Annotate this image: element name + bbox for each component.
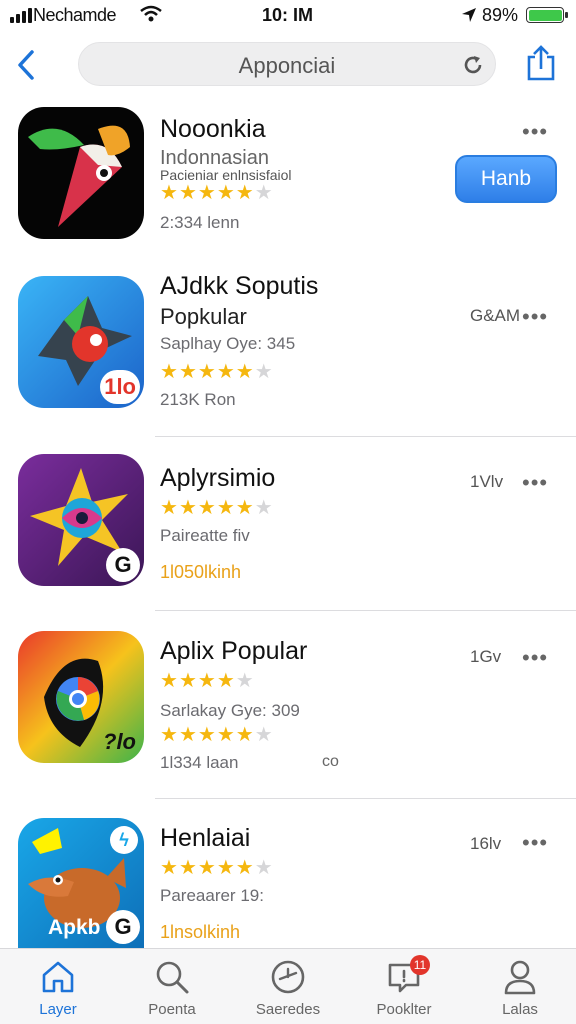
tab-poenta[interactable]: Poenta (114, 949, 230, 1024)
app-icon-label: Apkb (48, 916, 101, 939)
status-bar: Nechamde 10: IM 89% (0, 0, 576, 30)
wifi-icon (140, 5, 162, 28)
battery-icon (526, 7, 568, 23)
tab-label: Saeredes (255, 1001, 321, 1018)
download-count: 1l334 laan (160, 753, 239, 772)
more-options-button[interactable]: ••• (522, 119, 548, 145)
back-button[interactable] (12, 48, 42, 82)
compass-icon (268, 957, 308, 997)
app-detail: Sarlakay Gye: 309 (160, 701, 300, 720)
tab-pooklter[interactable]: 11 Pooklter (346, 949, 462, 1024)
download-count: 2:334 lenn (160, 213, 240, 232)
notification-badge: 11 (410, 955, 430, 975)
app-name: Aplix Popular (160, 637, 308, 665)
star-rating: ★ ★ ★ ★ ★ ★ (160, 497, 273, 519)
app-name: AJdkk Soputis (160, 272, 319, 300)
app-size: 1Vlv (470, 472, 504, 491)
tab-bar: Layer Poenta Saeredes 11 Pooklter Lalas (0, 948, 576, 1024)
divider (155, 798, 576, 799)
app-category: Popkular (160, 304, 247, 329)
tab-label: Pooklter (376, 1001, 432, 1018)
app-detail: Saplhay Oye: 345 (160, 334, 296, 353)
person-icon (500, 957, 540, 997)
battery-percentage: 89% (482, 5, 519, 25)
app-list-item[interactable]: ?lo Aplix Popular ★ ★ ★ ★ ★ Sarlakay Gye: 30… (0, 625, 576, 785)
app-badge: 1lo (100, 370, 140, 404)
home-icon (38, 957, 78, 997)
more-options-button[interactable]: ••• (522, 470, 548, 496)
app-detail: Pacieniar enlnsisfaiol (160, 167, 292, 183)
tab-layer[interactable]: Layer (0, 949, 116, 1024)
app-size: G&AM (470, 306, 521, 325)
search-icon (152, 957, 192, 997)
app-badge: ?lo (103, 729, 136, 754)
get-button[interactable]: Hanb (455, 155, 557, 203)
app-list-item[interactable]: G Aplyrsimio ★ ★ ★ ★ ★ ★ Paireatte fiv 1l050l… (0, 450, 576, 600)
star-rating: ★ ★ ★ ★ ★ ★ (160, 857, 273, 879)
app-list-item[interactable]: 1lo AJdkk Soputis Popkular Saplhay Oye: … (0, 270, 576, 430)
signal-icon (10, 8, 32, 23)
tab-label: Lalas (502, 1001, 538, 1018)
app-icon[interactable]: ?lo (18, 631, 144, 763)
download-count: 213K Ron (160, 390, 236, 409)
search-field[interactable]: Apponciai (78, 42, 496, 86)
app-icon[interactable]: G (18, 454, 144, 586)
star-rating: ★ ★ ★ ★ ★ ★ (160, 361, 273, 383)
star-rating: ★ ★ ★ ★ ★ (160, 670, 254, 692)
star-rating: ★ ★ ★ ★ ★ ★ (160, 182, 273, 204)
divider (155, 436, 576, 437)
divider (155, 610, 576, 611)
tab-label: Layer (39, 1001, 77, 1018)
app-detail: Paireatte fiv (160, 526, 250, 545)
clock-time: 10: IM (262, 5, 314, 25)
app-icon[interactable]: Apkb G ϟ (18, 818, 144, 948)
nav-bar: Apponciai (0, 40, 576, 90)
app-badge: G (106, 910, 140, 944)
download-count: 1lnsolkinh (160, 922, 241, 942)
more-options-button[interactable]: ••• (522, 645, 548, 671)
app-list-item[interactable]: Nooonkia Indonnasian Pacieniar enlnsisfa… (0, 105, 576, 255)
app-detail: Pareaarer 19: (160, 886, 264, 905)
app-icon[interactable] (18, 107, 144, 239)
more-options-button[interactable]: ••• (522, 304, 548, 330)
share-icon (527, 45, 555, 81)
location-arrow-icon (460, 6, 478, 29)
download-count: 1l050lkinh (160, 562, 242, 582)
tab-label: Poenta (148, 1001, 196, 1018)
carrier-name: Nechamde (33, 5, 117, 25)
star-rating-secondary: ★ ★ ★ ★ ★ ★ (160, 724, 273, 746)
app-name: Aplyrsimio (160, 464, 276, 492)
search-field-text: Apponciai (238, 53, 336, 78)
tab-saeredes[interactable]: Saeredes (230, 949, 346, 1024)
lightning-icon: ϟ (110, 826, 138, 854)
app-badge: G (106, 548, 140, 582)
reload-icon[interactable] (461, 53, 485, 82)
app-icon[interactable]: 1lo (18, 276, 144, 408)
app-size: 16lv (470, 834, 502, 853)
rocket-bird-icon (28, 125, 130, 227)
more-options-button[interactable]: ••• (522, 830, 548, 856)
app-name: Henlaiai (160, 824, 251, 852)
app-name: Nooonkia (160, 115, 266, 143)
app-list-item[interactable]: Apkb G ϟ Henlaiai ★ ★ ★ ★ ★ ★ Pareaarer 19: 1… (0, 814, 576, 948)
app-size: 1Gv (470, 647, 502, 666)
extra-label: co (322, 753, 339, 770)
chevron-left-icon (18, 50, 34, 80)
tab-lalas[interactable]: Lalas (462, 949, 576, 1024)
share-button[interactable] (524, 44, 558, 87)
